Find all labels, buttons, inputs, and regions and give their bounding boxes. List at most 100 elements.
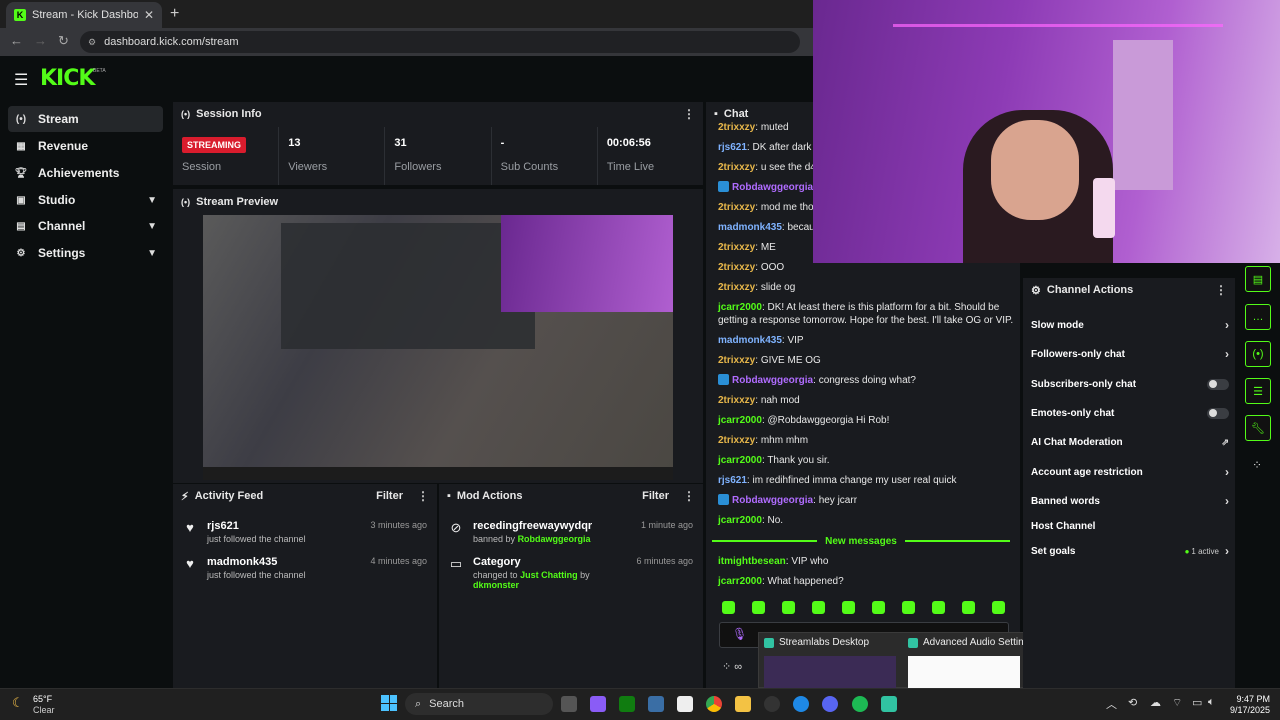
- chat-username[interactable]: Robdawggeorgia: [732, 495, 813, 506]
- chat-username[interactable]: madmonk435: [718, 335, 782, 346]
- browser-tab[interactable]: K Stream - Kick Dashboard ✕: [6, 2, 162, 28]
- stream-preview-video[interactable]: [203, 215, 673, 480]
- emote-icon[interactable]: [962, 601, 975, 614]
- chat-username[interactable]: jcarr2000: [718, 302, 762, 313]
- popup-item[interactable]: Streamlabs Desktop: [764, 637, 869, 648]
- popup-thumbnail[interactable]: [908, 656, 1020, 688]
- discord-icon[interactable]: [822, 696, 838, 712]
- more-icon[interactable]: ⋮: [683, 489, 695, 503]
- broadcast-icon[interactable]: (•): [1245, 341, 1271, 367]
- chat-bubble-icon[interactable]: …: [1245, 304, 1271, 330]
- chat-settings-icon[interactable]: ⁘ ∞: [722, 660, 742, 673]
- notepad-icon[interactable]: [677, 696, 693, 712]
- popup-item[interactable]: Advanced Audio Settin...: [908, 637, 1032, 648]
- more-icon[interactable]: ⋮: [683, 107, 695, 121]
- chat-username[interactable]: jcarr2000: [718, 576, 762, 587]
- sidebar-item-channel[interactable]: ▤ Channel ▼: [8, 213, 163, 239]
- mod-actor[interactable]: Robdawggeorgia: [518, 534, 591, 544]
- menu-icon[interactable]: ☰: [14, 70, 28, 90]
- cloud-icon[interactable]: ☁: [1150, 696, 1161, 709]
- site-info-icon[interactable]: ⚙: [88, 37, 96, 48]
- more-icon[interactable]: ⋮: [1215, 283, 1227, 297]
- streamlabs-icon[interactable]: [881, 696, 897, 712]
- mod-actor[interactable]: dkmonster: [473, 580, 519, 590]
- clock-date[interactable]: 9/17/2025: [1220, 705, 1270, 715]
- chat-username[interactable]: 2trixxzy: [718, 122, 755, 133]
- emote-icon[interactable]: [782, 601, 795, 614]
- emotes-only-toggle[interactable]: [1207, 407, 1229, 419]
- sidebar-item-stream[interactable]: (•) Stream: [8, 106, 163, 132]
- back-icon[interactable]: ←: [10, 33, 23, 48]
- subscribers-only-toggle[interactable]: [1207, 378, 1229, 390]
- sidebar-item-settings[interactable]: ⚙ Settings ▼: [8, 240, 163, 266]
- emote-icon[interactable]: [812, 601, 825, 614]
- chat-username[interactable]: Robdawggeorgia: [732, 182, 813, 193]
- store-icon[interactable]: [648, 696, 664, 712]
- chrome-icon[interactable]: [706, 696, 722, 712]
- chat-username[interactable]: 2trixxzy: [718, 395, 755, 406]
- more-icon[interactable]: ⋮: [417, 489, 429, 503]
- chat-username[interactable]: 2trixxzy: [718, 282, 755, 293]
- feed-username[interactable]: rjs621: [207, 520, 360, 532]
- mod-target[interactable]: recedingfreewaywydqr: [473, 520, 631, 532]
- emote-icon[interactable]: [722, 601, 735, 614]
- close-tab-icon[interactable]: ✕: [144, 8, 154, 22]
- display-icon[interactable]: ▭: [1192, 696, 1202, 709]
- edge-icon[interactable]: [793, 696, 809, 712]
- chat-username[interactable]: madmonk435: [718, 222, 782, 233]
- task-view-icon[interactable]: [561, 696, 577, 712]
- host-channel-row[interactable]: Host Channel: [1031, 518, 1229, 534]
- windows-start-icon[interactable]: [381, 695, 397, 711]
- emote-icon[interactable]: [932, 601, 945, 614]
- tray-chevron-icon[interactable]: ︿: [1106, 696, 1117, 712]
- category-name[interactable]: Just Chatting: [520, 570, 578, 580]
- emote-icon[interactable]: [752, 601, 765, 614]
- chat-username[interactable]: Robdawggeorgia: [732, 375, 813, 386]
- chat-username[interactable]: rjs621: [718, 475, 747, 486]
- spotify-icon[interactable]: [852, 696, 868, 712]
- url-field[interactable]: ⚙ dashboard.kick.com/stream: [80, 31, 800, 53]
- kick-logo[interactable]: KICK: [40, 66, 95, 91]
- emote-icon[interactable]: [992, 601, 1005, 614]
- filter-button[interactable]: Filter: [376, 490, 403, 502]
- emote-icon[interactable]: [872, 601, 885, 614]
- forward-icon[interactable]: →: [34, 33, 47, 48]
- popup-thumbnail[interactable]: [764, 656, 896, 688]
- xbox-icon[interactable]: [619, 696, 635, 712]
- sidebar-item-achievements[interactable]: 🏆︎ Achievements: [8, 160, 163, 186]
- volume-icon[interactable]: 🔈︎: [1208, 696, 1215, 709]
- network-icon[interactable]: ⌔: [1172, 696, 1182, 710]
- chat-username[interactable]: 2trixxzy: [718, 162, 755, 173]
- clock-time[interactable]: 9:47 PM: [1230, 694, 1270, 704]
- set-goals-row[interactable]: Set goals 1 active ›: [1031, 543, 1229, 559]
- chat-username[interactable]: 2trixxzy: [718, 242, 755, 253]
- chat-username[interactable]: itmightbesean: [718, 556, 786, 567]
- reload-icon[interactable]: ↻: [58, 33, 69, 49]
- apps-icon[interactable]: ⁘: [1252, 458, 1262, 472]
- ai-moderation-row[interactable]: AI Chat Moderation ⇗: [1031, 434, 1229, 450]
- banned-words-row[interactable]: Banned words ›: [1031, 493, 1229, 509]
- notes-icon[interactable]: ▤: [1245, 266, 1271, 292]
- emote-icon[interactable]: [902, 601, 915, 614]
- mic-icon[interactable]: 🎙︎: [732, 627, 747, 641]
- layout-icon[interactable]: ☰: [1245, 378, 1271, 404]
- chat-username[interactable]: 2trixxzy: [718, 435, 755, 446]
- chat-username[interactable]: jcarr2000: [718, 515, 762, 526]
- emote-icon[interactable]: [842, 601, 855, 614]
- steam-icon[interactable]: [764, 696, 780, 712]
- chat-username[interactable]: jcarr2000: [718, 455, 762, 466]
- account-age-row[interactable]: Account age restriction ›: [1031, 464, 1229, 480]
- file-explorer-icon[interactable]: [735, 696, 751, 712]
- weather-condition[interactable]: Clear: [33, 705, 55, 715]
- new-tab-icon[interactable]: +: [170, 5, 179, 23]
- wrench-icon[interactable]: 🔧︎: [1245, 415, 1271, 441]
- slow-mode-row[interactable]: Slow mode ›: [1031, 317, 1229, 333]
- chat-username[interactable]: jcarr2000: [718, 415, 762, 426]
- chat-username[interactable]: 2trixxzy: [718, 355, 755, 366]
- chat-username[interactable]: 2trixxzy: [718, 202, 755, 213]
- followers-only-row[interactable]: Followers-only chat ›: [1031, 346, 1229, 362]
- weather-temp[interactable]: 65°F: [33, 694, 52, 704]
- sidebar-item-revenue[interactable]: ▦ Revenue: [8, 133, 163, 159]
- filter-button[interactable]: Filter: [642, 490, 669, 502]
- sidebar-item-studio[interactable]: ▣ Studio ▼: [8, 187, 163, 213]
